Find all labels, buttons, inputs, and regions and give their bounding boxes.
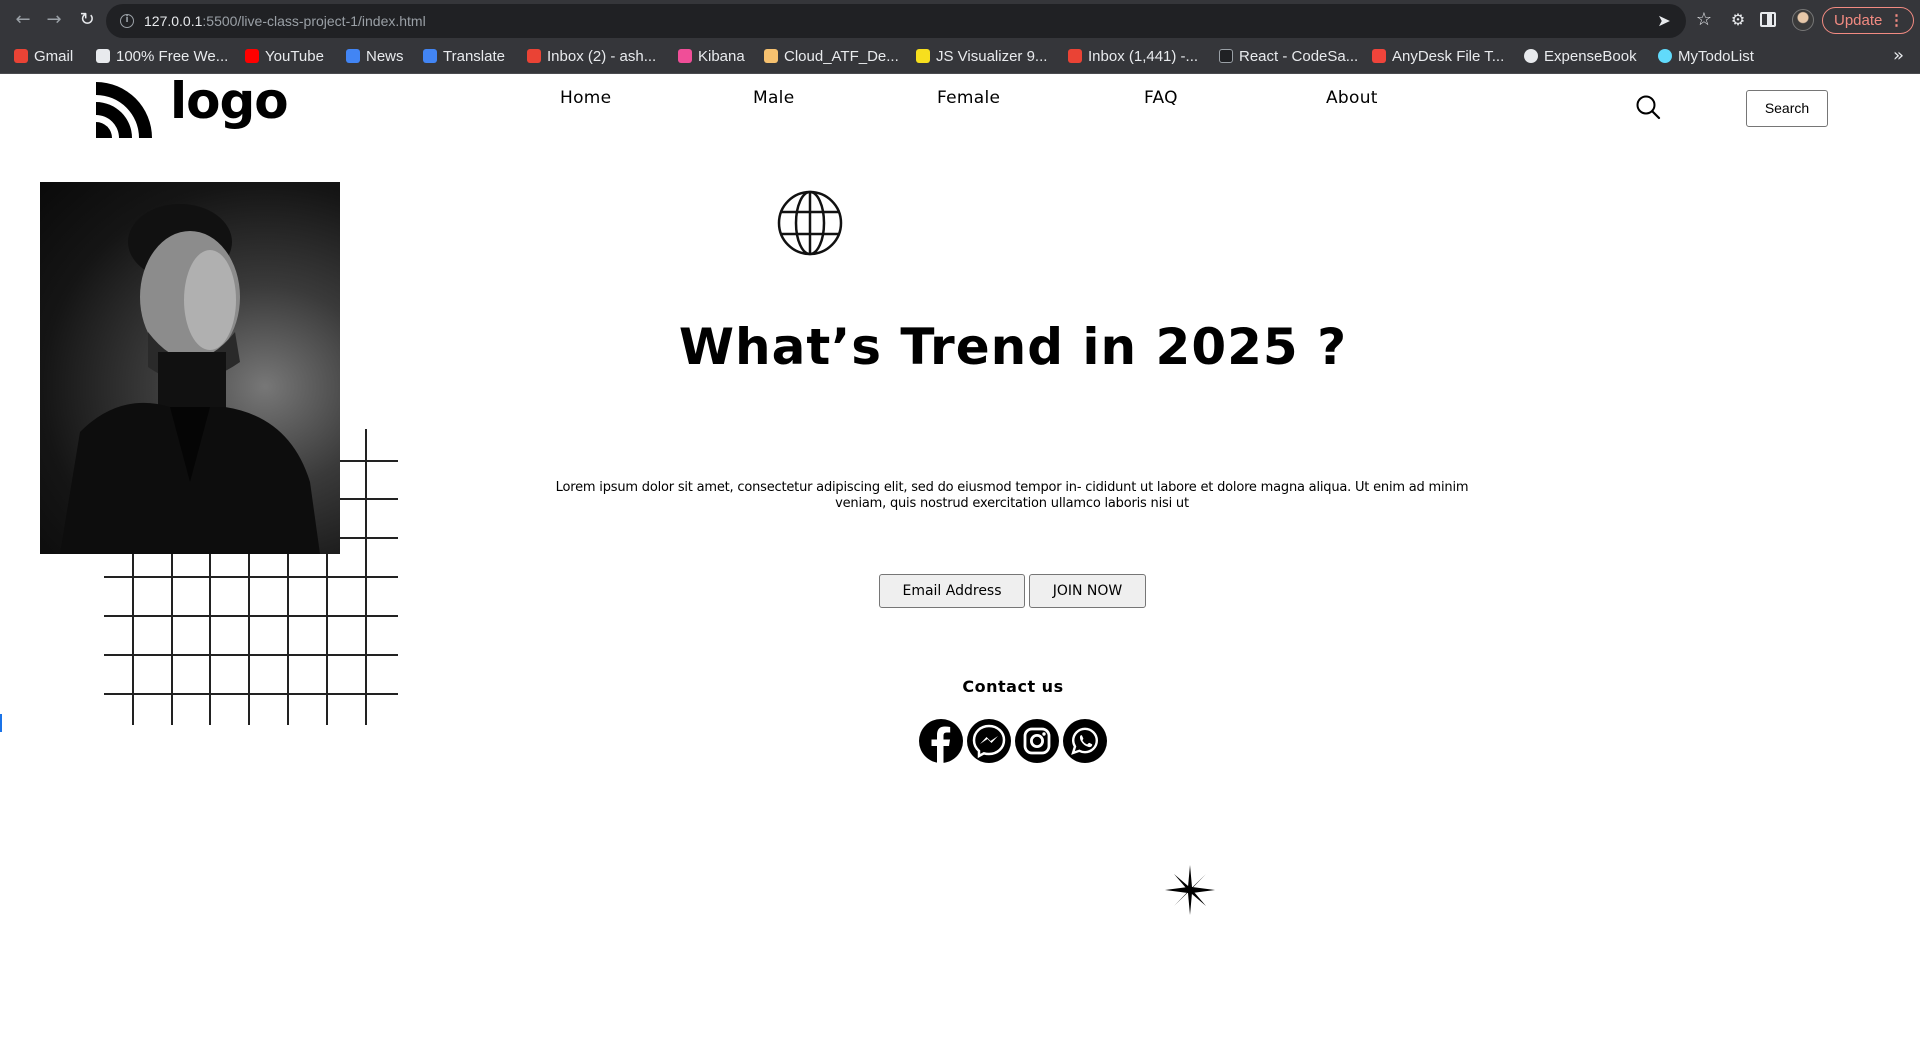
logo-mark-icon: [96, 82, 152, 138]
bookmark-label: Kibana: [698, 48, 745, 65]
more-bookmarks-icon[interactable]: »: [1893, 41, 1904, 73]
js-icon: [916, 49, 930, 63]
nav-male[interactable]: Male: [753, 88, 794, 108]
gmail-icon: [14, 49, 28, 63]
bookmark-label: MyTodoList: [1678, 48, 1754, 65]
update-label: Update: [1834, 12, 1883, 29]
bookmark-kibana[interactable]: Kibana: [678, 41, 745, 73]
bookmark-label: News: [366, 48, 404, 65]
mail-icon: [1068, 49, 1082, 63]
bookmark-label: ExpenseBook: [1544, 48, 1637, 65]
bookmark-label: Translate: [443, 48, 505, 65]
messenger-icon[interactable]: [967, 719, 1011, 763]
nav-faq[interactable]: FAQ: [1144, 88, 1178, 108]
profile-avatar[interactable]: [1792, 9, 1814, 31]
reload-icon[interactable]: ↻: [76, 9, 98, 31]
bookmark-label: React - CodeSa...: [1239, 48, 1359, 65]
update-button[interactable]: Update ⋮: [1822, 7, 1914, 34]
bookmark-translate[interactable]: Translate: [423, 41, 505, 73]
bookmark-youtube[interactable]: YouTube: [245, 41, 324, 73]
bookmark-news[interactable]: News: [346, 41, 404, 73]
url-path: :5500/live-class-project-1/index.html: [202, 13, 426, 29]
web-page: logo Home Male Female FAQ About Search W…: [0, 74, 1920, 1046]
bookmark-react-codesandbox[interactable]: React - CodeSa...: [1219, 41, 1358, 73]
menu-dots-icon: ⋮: [1889, 12, 1904, 29]
bookmark-inbox-ash[interactable]: Inbox (2) - ash...: [527, 41, 656, 73]
nav-home[interactable]: Home: [560, 88, 611, 108]
bookmark-anydesk[interactable]: AnyDesk File T...: [1372, 41, 1504, 73]
page-icon: [96, 49, 110, 63]
back-arrow-icon[interactable]: ←: [12, 9, 34, 31]
bookmark-label: Inbox (2) - ash...: [547, 48, 657, 65]
send-icon[interactable]: ➤: [1654, 11, 1674, 31]
whatsapp-icon[interactable]: [1063, 719, 1107, 763]
globe-icon: [777, 190, 843, 256]
bookmark-expensebook[interactable]: ExpenseBook: [1524, 41, 1637, 73]
kibana-icon: [678, 49, 692, 63]
extensions-puzzle-icon[interactable]: ⚙: [1728, 10, 1748, 30]
bookmark-mytodolist[interactable]: MyTodoList: [1658, 41, 1754, 73]
forward-arrow-icon[interactable]: →: [43, 9, 65, 31]
bookmark-free-web[interactable]: 100% Free We...: [96, 41, 228, 73]
bookmark-label: JS Visualizer 9...: [936, 48, 1048, 65]
bookmark-star-icon[interactable]: ☆: [1694, 10, 1714, 30]
site-info-icon[interactable]: i: [120, 14, 134, 28]
cloud-icon: [764, 49, 778, 63]
bookmarks-bar: Gmail 100% Free We... YouTube News Trans…: [0, 41, 1920, 74]
codesandbox-icon: [1219, 49, 1233, 63]
search-button[interactable]: Search: [1746, 90, 1828, 127]
address-bar[interactable]: i 127.0.0.1:5500/live-class-project-1/in…: [106, 4, 1712, 38]
nav-female[interactable]: Female: [937, 88, 1000, 108]
globe-favicon-icon: [1524, 49, 1538, 63]
logo-text: logo: [170, 74, 289, 130]
bookmark-gmail[interactable]: Gmail: [14, 41, 73, 73]
facebook-icon[interactable]: [919, 719, 963, 763]
nav-about[interactable]: About: [1326, 88, 1378, 108]
instagram-icon[interactable]: [1015, 719, 1059, 763]
bookmark-inbox-1441[interactable]: Inbox (1,441) -...: [1068, 41, 1198, 73]
search-icon[interactable]: [1635, 94, 1661, 120]
mail-icon: [527, 49, 541, 63]
focus-indicator: [0, 714, 2, 732]
youtube-icon: [245, 49, 259, 63]
contact-heading: Contact us: [962, 677, 1064, 696]
sparkle-icon: [1165, 865, 1215, 915]
bookmark-label: Cloud_ATF_De...: [784, 48, 899, 65]
email-address-button[interactable]: Email Address: [879, 574, 1025, 608]
bookmark-label: Gmail: [34, 48, 74, 65]
browser-toolbar: ← → ↻ i 127.0.0.1:5500/live-class-projec…: [0, 0, 1920, 41]
bookmark-label: Inbox (1,441) -...: [1088, 48, 1199, 65]
news-icon: [346, 49, 360, 63]
url-host: 127.0.0.1: [144, 13, 203, 29]
anydesk-icon: [1372, 49, 1386, 63]
bookmark-label: 100% Free We...: [116, 48, 229, 65]
join-now-button[interactable]: JOIN NOW: [1029, 574, 1146, 608]
side-panel-icon[interactable]: [1760, 12, 1776, 27]
react-icon: [1658, 49, 1672, 63]
bookmark-label: AnyDesk File T...: [1392, 48, 1505, 65]
bookmark-js-visualizer[interactable]: JS Visualizer 9...: [916, 41, 1047, 73]
url-text[interactable]: 127.0.0.1:5500/live-class-project-1/inde…: [144, 4, 426, 38]
hero-title: What’s Trend in 2025 ?: [678, 318, 1348, 376]
hero-description: Lorem ipsum dolor sit amet, consectetur …: [555, 480, 1469, 511]
bookmark-label: YouTube: [265, 48, 324, 65]
bookmark-cloud-atf[interactable]: Cloud_ATF_De...: [764, 41, 899, 73]
translate-icon: [423, 49, 437, 63]
